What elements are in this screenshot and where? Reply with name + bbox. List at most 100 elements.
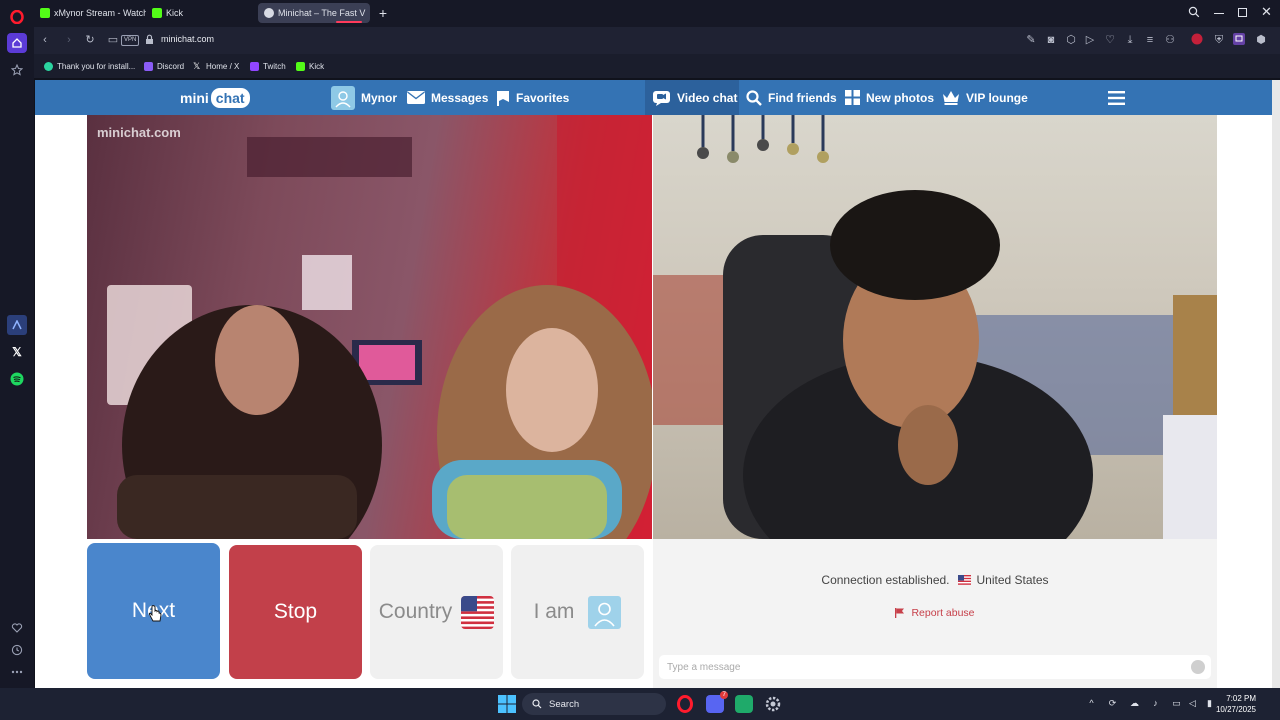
history-icon[interactable]: [7, 640, 27, 660]
logo-text-chat: chat: [210, 87, 250, 108]
next-button[interactable]: Next: [87, 543, 220, 679]
envelope-icon: [407, 91, 425, 104]
app-taskbar-icon[interactable]: [735, 695, 753, 713]
twitch-extension-icon[interactable]: [1233, 33, 1247, 47]
opera-logo-icon[interactable]: [7, 7, 27, 27]
discord-icon: [144, 61, 153, 71]
bookmark-label: Discord: [157, 61, 185, 71]
chat-panel: Connection established. United States Re…: [653, 539, 1217, 688]
back-icon[interactable]: ‹: [38, 33, 52, 47]
logo-text-mini: mini: [180, 89, 209, 106]
url-field[interactable]: minichat.com: [161, 34, 214, 44]
bookmark-discord[interactable]: Discord: [144, 59, 184, 73]
minichat-logo[interactable]: mini chat: [180, 85, 250, 110]
windows-start-icon[interactable]: [498, 695, 516, 713]
report-label: Report abuse: [911, 607, 975, 619]
extensions-icon[interactable]: ⬢: [1254, 33, 1268, 47]
bookmark-label: Kick: [309, 61, 325, 71]
camera-icon[interactable]: ◙: [1044, 33, 1058, 47]
partner-video-frame: [107, 115, 652, 539]
tray-battery-icon[interactable]: ▮: [1204, 698, 1215, 709]
nav-favorites[interactable]: Favorites: [496, 80, 569, 115]
nav-video-chat[interactable]: Video chat: [645, 80, 739, 115]
status-text: Connection established.: [821, 573, 950, 587]
profile-icon[interactable]: ⚇: [1163, 33, 1177, 47]
x-twitter-icon[interactable]: 𝕏: [7, 342, 27, 362]
twitch-icon: [250, 61, 259, 71]
tab-minichat[interactable]: Minichat – The Fast V: [258, 3, 370, 23]
flag-icon: [895, 608, 905, 618]
stop-button[interactable]: Stop: [229, 545, 362, 679]
spotify-icon[interactable]: [7, 369, 27, 389]
home-icon[interactable]: [7, 33, 27, 53]
nav-label: VIP lounge: [966, 90, 1028, 105]
menu-lines-icon[interactable]: ≡: [1143, 33, 1157, 47]
crown-icon: [942, 90, 960, 105]
heart-outline-icon[interactable]: ♡: [1103, 33, 1117, 47]
forward-icon[interactable]: ›: [62, 33, 76, 47]
self-video-frame: [653, 115, 1217, 539]
avatar-icon: [588, 595, 622, 629]
play-icon[interactable]: ▷: [1083, 33, 1097, 47]
nav-profile-mynor[interactable]: Mynor: [331, 80, 397, 115]
search-tabs-icon[interactable]: [1188, 6, 1202, 20]
clock-date: 10/27/2025: [1215, 705, 1256, 714]
discord-taskbar-icon[interactable]: 7: [706, 691, 728, 713]
minichat-page: mini chat Mynor Messages Favorites Video…: [35, 80, 1272, 688]
message-input[interactable]: [659, 655, 1211, 679]
tab-xmynor-stream[interactable]: xMynor Stream - Watch Li: [34, 3, 146, 23]
vpn-badge[interactable]: VPN: [121, 35, 140, 46]
page-scrollbar[interactable]: [1272, 80, 1280, 688]
nav-label: Video chat: [677, 90, 738, 105]
minichat-watermark: minichat.com: [97, 125, 181, 140]
nav-messages[interactable]: Messages: [407, 80, 488, 115]
tray-cloud-icon[interactable]: ☁: [1129, 698, 1140, 709]
hamburger-menu-icon[interactable]: [1108, 91, 1125, 105]
tray-chevron-icon[interactable]: ^: [1086, 698, 1097, 709]
edit-icon[interactable]: ✎: [1024, 33, 1038, 47]
reload-icon[interactable]: ↻: [83, 33, 97, 47]
browser-sidebar: 𝕏: [0, 0, 34, 688]
bookmark-home-x[interactable]: 𝕏 Home / X: [193, 59, 239, 73]
more-icon[interactable]: [7, 662, 27, 682]
snapshot-icon[interactable]: ▭: [106, 33, 120, 47]
search-icon: [532, 699, 542, 709]
minimize-icon[interactable]: [1214, 13, 1224, 14]
country-button[interactable]: Country: [370, 545, 503, 679]
nav-find-friends[interactable]: Find friends: [746, 80, 837, 115]
nav-label: Mynor: [361, 90, 397, 105]
report-abuse-link[interactable]: Report abuse: [653, 607, 1217, 619]
new-tab-button[interactable]: +: [374, 4, 392, 22]
opera-taskbar-icon[interactable]: [676, 695, 694, 713]
taskbar-search[interactable]: Search: [522, 693, 666, 715]
star-icon[interactable]: [7, 60, 27, 80]
bookmark-twitch[interactable]: Twitch: [250, 59, 286, 73]
close-window-icon[interactable]: ✕: [1261, 4, 1272, 20]
download-icon[interactable]: ⤓: [1123, 33, 1137, 47]
settings-taskbar-icon[interactable]: [764, 695, 782, 713]
emoji-icon[interactable]: [1191, 660, 1205, 674]
lock-icon[interactable]: [142, 33, 156, 47]
tray-volume-icon[interactable]: ◁: [1187, 698, 1198, 709]
tab-audio-indicator: [336, 21, 362, 23]
tab-kick[interactable]: Kick: [146, 3, 256, 23]
bookmark-kick[interactable]: Kick: [296, 59, 324, 73]
extension-shield-icon[interactable]: ⛨: [1212, 33, 1226, 47]
windows-taskbar: Search 7 ^ ⟳ ☁ ♪ ▭ ◁ ▮ 7:02 PM 10/27/202…: [0, 688, 1280, 720]
i-am-button[interactable]: I am: [511, 545, 644, 679]
taskbar-clock[interactable]: 7:02 PM 10/27/2025: [1216, 693, 1256, 715]
nav-vip-lounge[interactable]: VIP lounge: [942, 80, 1028, 115]
adblock-icon[interactable]: [1191, 33, 1205, 47]
tray-sync-icon[interactable]: ⟳: [1107, 698, 1118, 709]
tray-microphone-icon[interactable]: ♪: [1150, 698, 1161, 709]
aria-icon[interactable]: [7, 315, 27, 335]
bookmark-thank-you[interactable]: Thank you for install...: [44, 59, 135, 73]
shield-icon[interactable]: ⬡: [1064, 33, 1078, 47]
country-label: Country: [378, 600, 453, 623]
nav-new-photos[interactable]: New photos: [845, 80, 934, 115]
photo-grid-icon: [845, 90, 860, 105]
partner-country: United States: [976, 573, 1049, 587]
tray-network-icon[interactable]: ▭: [1171, 698, 1182, 709]
heart-icon[interactable]: [7, 618, 27, 638]
restore-icon[interactable]: [1238, 8, 1247, 17]
